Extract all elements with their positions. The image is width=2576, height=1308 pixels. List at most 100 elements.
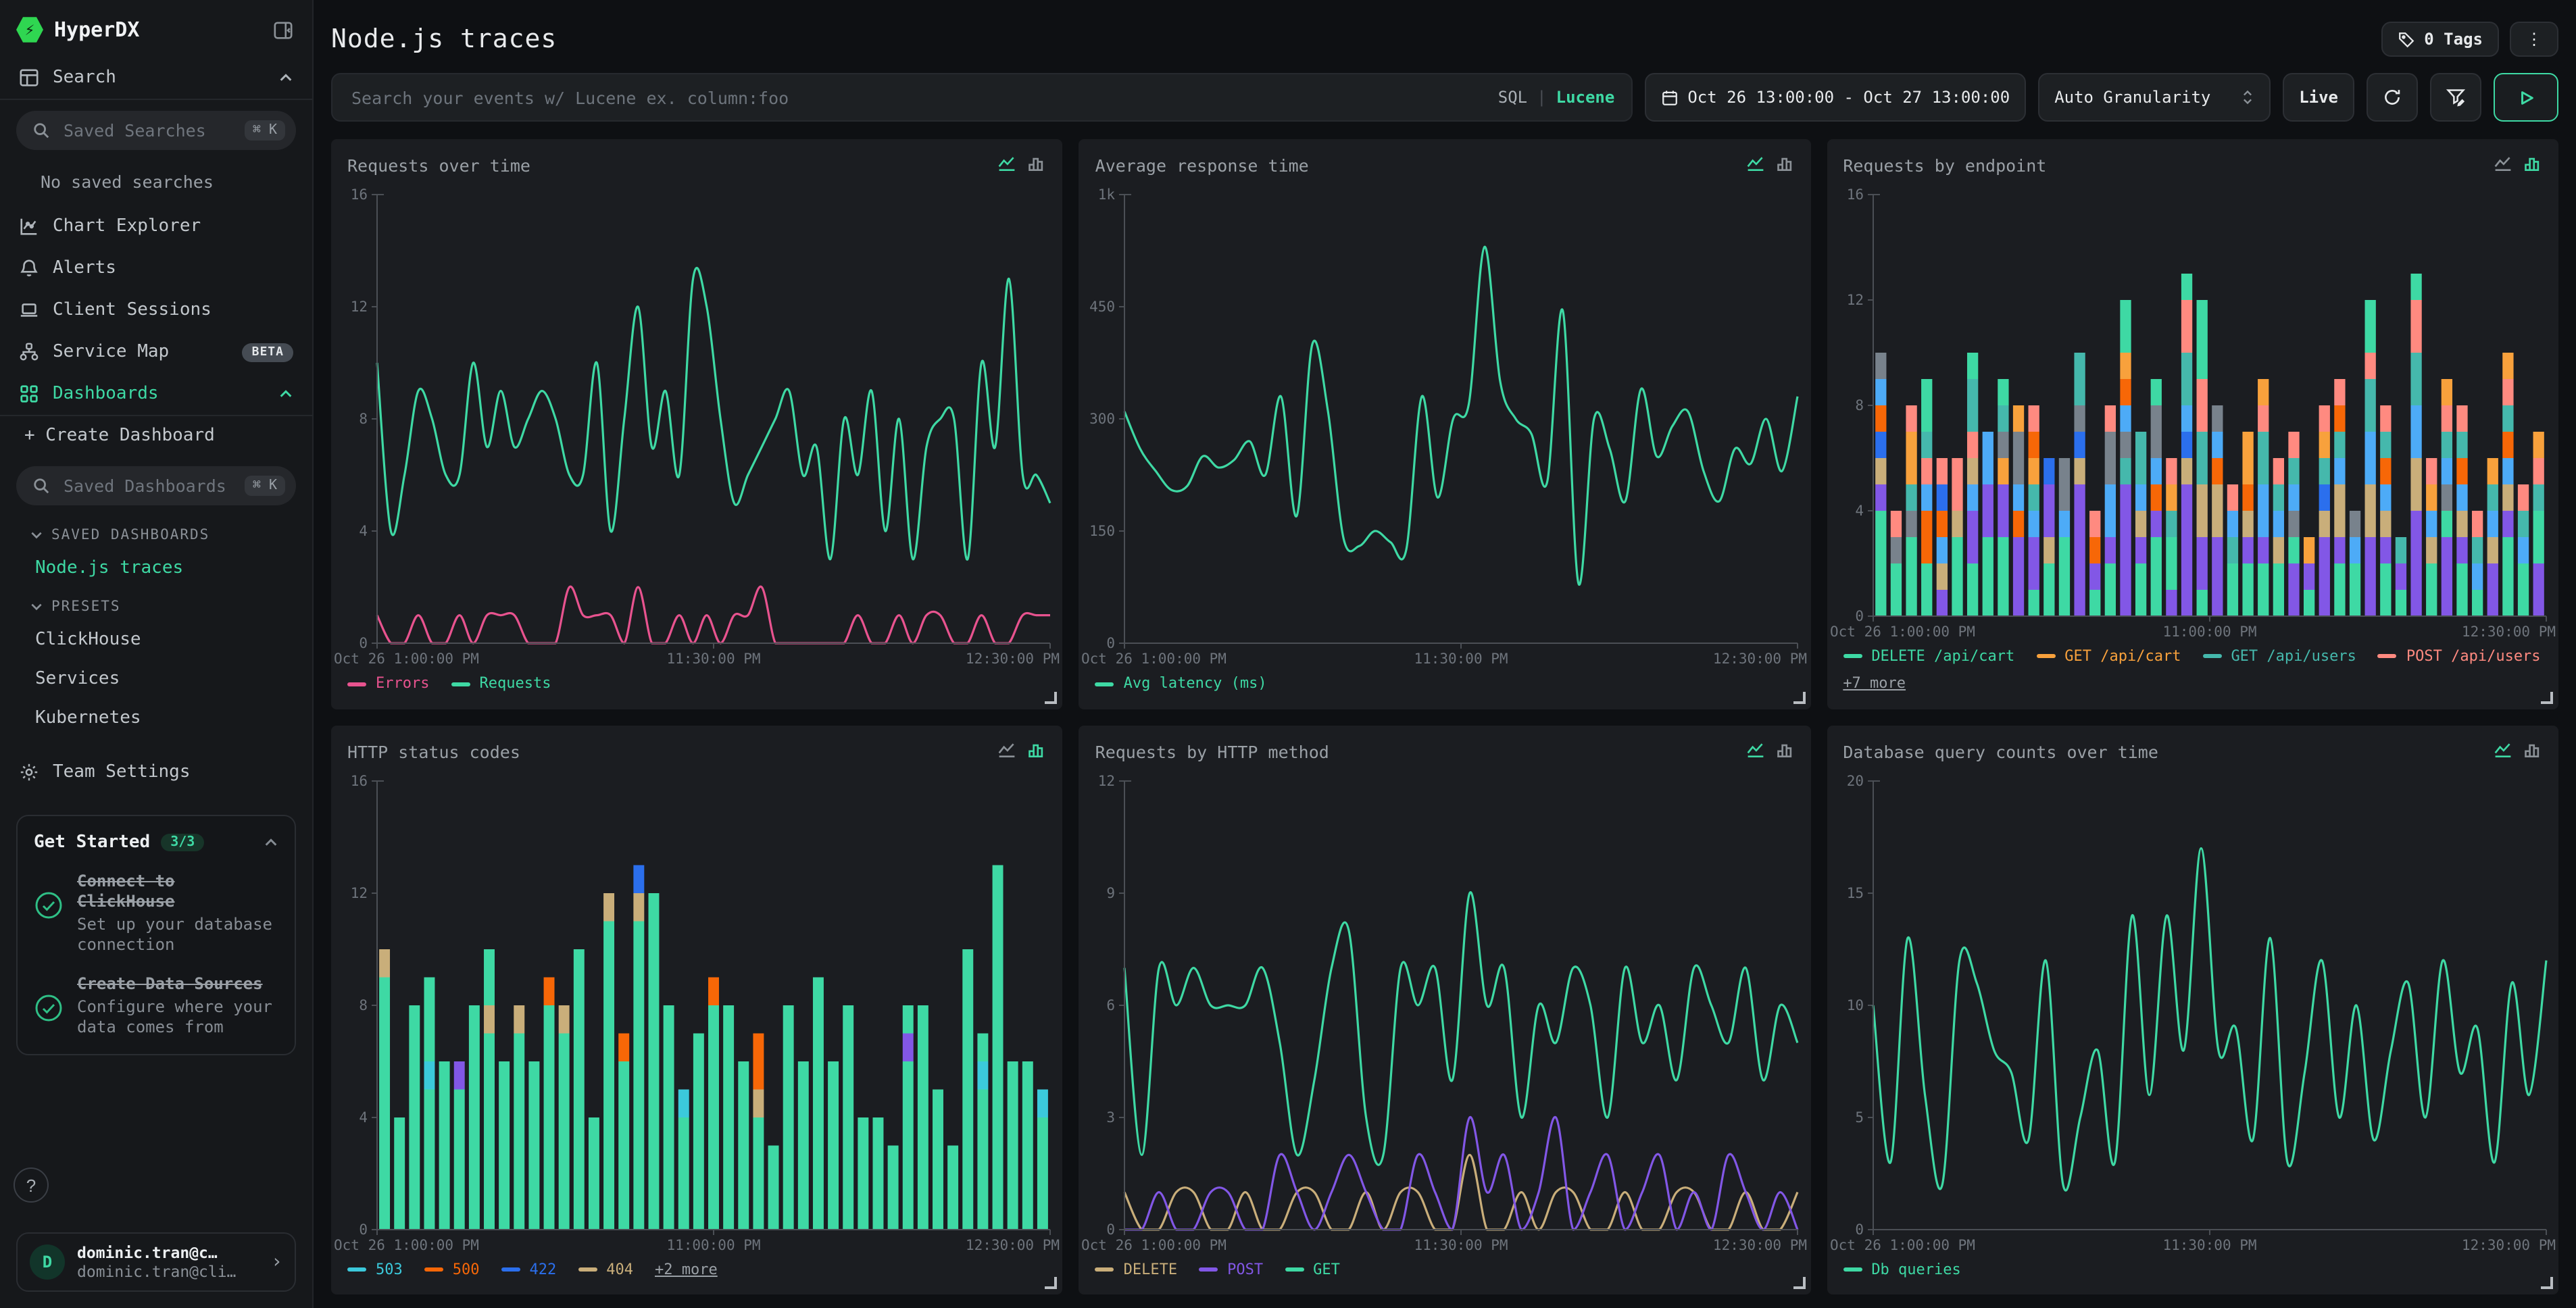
bar-view-toggle[interactable] [2523, 738, 2542, 764]
chart-plot-area[interactable]: 0481216Oct 26 1:00:00 PM11:30:00 PM12:30… [331, 181, 1063, 670]
legend-item[interactable]: Errors [347, 673, 430, 695]
resize-handle[interactable] [2541, 691, 2553, 703]
event-search-input[interactable] [349, 86, 1487, 109]
mode-divider: | [1537, 88, 1546, 107]
svg-text:11:00:00 PM: 11:00:00 PM [666, 1236, 760, 1253]
chevron-right-icon: › [271, 1251, 282, 1273]
chart-plot-area[interactable]: 0481216Oct 26 1:00:00 PM11:00:00 PM12:30… [331, 767, 1063, 1256]
bell-icon [19, 258, 39, 278]
legend-more-link[interactable]: +7 more [1843, 673, 1906, 695]
tags-button[interactable]: 0 Tags [2381, 22, 2499, 57]
date-range-picker[interactable]: Oct 26 13:00:00 - Oct 27 13:00:00 [1644, 73, 2026, 122]
chart-plot-area[interactable]: 05101520Oct 26 1:00:00 PM11:30:00 PM12:3… [1827, 767, 2558, 1256]
sidebar-item-services[interactable]: Services [0, 659, 312, 699]
legend-item[interactable]: 503 [347, 1259, 403, 1281]
legend-item[interactable]: DELETE [1095, 1259, 1178, 1281]
sidebar-item-dashboards[interactable]: Dashboards [0, 373, 312, 416]
line-view-toggle[interactable] [2494, 738, 2512, 764]
sql-mode-toggle[interactable]: SQL [1498, 88, 1527, 107]
sidebar-item-search[interactable]: Search [0, 57, 312, 100]
svg-text:16: 16 [351, 186, 368, 203]
chart-plot-area[interactable]: 0481216Oct 26 1:00:00 PM11:00:00 PM12:30… [1827, 181, 2558, 643]
resize-handle[interactable] [1045, 691, 1058, 703]
line-view-toggle[interactable] [1745, 153, 1764, 178]
legend-item[interactable]: POST /api/users [2378, 645, 2541, 668]
more-options-button[interactable]: ⋮ [2510, 22, 2558, 57]
bar-view-toggle[interactable] [1775, 153, 1794, 178]
get-started-item-title: Connect to ClickHouse [77, 872, 278, 912]
get-started-item[interactable]: Connect to ClickHouse Set up your databa… [34, 872, 278, 955]
saved-searches-input[interactable] [61, 119, 234, 142]
legend-item[interactable]: Db queries [1843, 1259, 1960, 1281]
bar-view-toggle[interactable] [1028, 738, 1047, 764]
chart-legend: Db queries [1827, 1256, 2558, 1294]
legend-item[interactable]: GET /api/users [2202, 645, 2356, 668]
saved-searches-search[interactable]: ⌘ K [16, 111, 296, 150]
svg-text:12:30:00 PM: 12:30:00 PM [1714, 1236, 1808, 1253]
sidebar-collapse-button[interactable] [270, 17, 296, 43]
bar-chart-icon [2523, 154, 2542, 173]
sidebar-item-kubernetes[interactable]: Kubernetes [0, 699, 312, 738]
bar-view-toggle[interactable] [2523, 153, 2542, 178]
legend-item[interactable]: GET /api/cart [2036, 645, 2181, 668]
legend-label: POST /api/users [2406, 645, 2541, 668]
chart-plot-area[interactable]: 01503004501kOct 26 1:00:00 PM11:30:00 PM… [1079, 181, 1811, 670]
get-started-item-title: Create Data Sources [77, 974, 278, 995]
sidebar-item-chart-explorer[interactable]: Chart Explorer [0, 205, 312, 247]
line-view-toggle[interactable] [2494, 153, 2512, 178]
legend-label: GET /api/users [2231, 645, 2356, 668]
chart-panel-requests-over-time: Requests over time 0481216Oct 26 1:00:00… [331, 139, 1063, 709]
resize-handle[interactable] [1045, 1277, 1058, 1289]
chart-plot-area[interactable]: 036912Oct 26 1:00:00 PM11:30:00 PM12:30:… [1079, 767, 1811, 1256]
refresh-button[interactable] [2367, 73, 2418, 122]
get-started-item[interactable]: Create Data Sources Configure where your… [34, 974, 278, 1038]
svg-text:8: 8 [1855, 397, 1864, 413]
sidebar-item-team-settings[interactable]: Team Settings [0, 751, 312, 793]
saved-dashboards-input[interactable] [61, 474, 234, 497]
legend-more-link[interactable]: +2 more [655, 1259, 718, 1281]
svg-text:15: 15 [1846, 884, 1863, 901]
legend-item[interactable]: DELETE /api/cart [1843, 645, 2014, 668]
line-view-toggle[interactable] [1745, 738, 1764, 764]
saved-dashboards-search[interactable]: ⌘ K [16, 466, 296, 505]
resize-handle[interactable] [1793, 1277, 1805, 1289]
help-button[interactable]: ? [14, 1167, 49, 1203]
live-button[interactable]: Live [2283, 73, 2354, 122]
legend-item[interactable]: Requests [451, 673, 551, 695]
user-menu[interactable]: D dominic.tran@c… dominic.tran@cli… › [16, 1232, 296, 1292]
dashboards-grid-icon [19, 384, 39, 404]
line-view-toggle[interactable] [998, 153, 1017, 178]
sidebar-item-nodejs-traces[interactable]: Node.js traces [0, 549, 312, 588]
granularity-select[interactable]: Auto Granularity [2038, 73, 2271, 122]
bar-view-toggle[interactable] [1028, 153, 1047, 178]
saved-dashboards-section-toggle[interactable]: SAVED DASHBOARDS [0, 516, 312, 549]
svg-text:12:30:00 PM: 12:30:00 PM [966, 1236, 1060, 1253]
presets-section-toggle[interactable]: PRESETS [0, 588, 312, 620]
legend-item[interactable]: 500 [424, 1259, 480, 1281]
sidebar-item-clickhouse[interactable]: ClickHouse [0, 620, 312, 659]
legend-item[interactable]: GET [1285, 1259, 1340, 1281]
sidebar-item-service-map[interactable]: Service Map BETA [0, 331, 312, 373]
section-label: SAVED DASHBOARDS [51, 527, 209, 543]
sidebar-item-label: Team Settings [53, 762, 293, 782]
chevron-up-icon[interactable] [264, 835, 278, 850]
bar-view-toggle[interactable] [1775, 738, 1794, 764]
svg-text:12:30:00 PM: 12:30:00 PM [2461, 1236, 2555, 1253]
run-query-button[interactable] [2494, 73, 2558, 122]
filter-button[interactable] [2430, 73, 2481, 122]
sidebar-item-client-sessions[interactable]: Client Sessions [0, 289, 312, 331]
line-view-toggle[interactable] [998, 738, 1017, 764]
legend-item[interactable]: Avg latency (ms) [1095, 673, 1267, 695]
resize-handle[interactable] [1793, 691, 1805, 703]
legend-item[interactable]: POST [1199, 1259, 1263, 1281]
svg-text:150: 150 [1090, 523, 1116, 539]
create-dashboard-button[interactable]: + Create Dashboard [0, 416, 312, 455]
lucene-mode-toggle[interactable]: Lucene [1556, 88, 1615, 107]
svg-text:11:30:00 PM: 11:30:00 PM [666, 651, 760, 667]
legend-item[interactable]: 404 [578, 1259, 633, 1281]
legend-label: GET /api/cart [2064, 645, 2181, 668]
legend-item[interactable]: 422 [501, 1259, 557, 1281]
sidebar-item-alerts[interactable]: Alerts [0, 247, 312, 289]
page-title: Node.js traces [331, 24, 557, 54]
resize-handle[interactable] [2541, 1277, 2553, 1289]
